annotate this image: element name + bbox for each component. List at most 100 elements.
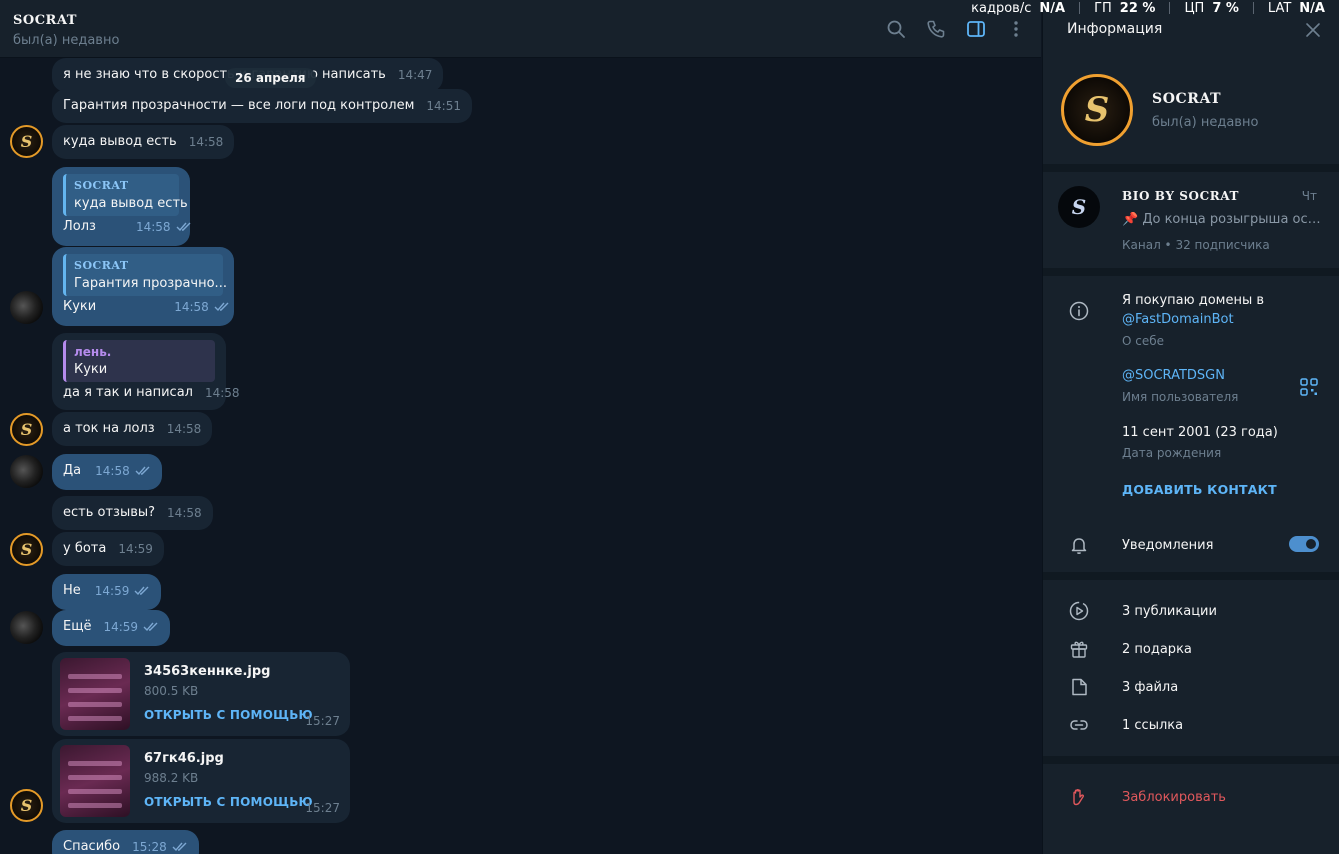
message[interactable]: SOCRAT Гарантия прозрачно... Куки 14:58	[52, 247, 234, 326]
stories-icon	[1069, 601, 1089, 621]
avatar[interactable]: S	[10, 413, 43, 446]
divider	[1252, 2, 1254, 14]
message-text: Лолз	[63, 219, 96, 234]
avatar[interactable]: S	[10, 533, 43, 566]
message-time: 14:58	[95, 464, 130, 478]
bio-text: Я покупаю домены в	[1122, 293, 1265, 308]
reply-text: Гарантия прозрачно...	[74, 276, 227, 291]
avatar[interactable]	[10, 455, 43, 488]
section-divider	[1043, 164, 1339, 172]
notifications-toggle[interactable]	[1289, 536, 1319, 552]
search-icon[interactable]	[885, 18, 907, 40]
file-icon	[1069, 677, 1089, 697]
chat-header[interactable]: SOCRAT был(а) недавно	[0, 0, 1041, 58]
message[interactable]: Ещё 14:59	[52, 610, 171, 646]
chat-status: был(а) недавно	[13, 33, 120, 48]
message-list[interactable]: я не знаю что в скорость и гарантию напи…	[0, 58, 1041, 854]
reply-quote[interactable]: SOCRAT куда вывод есть	[63, 174, 188, 216]
gifts-item[interactable]: 2 подарка	[1122, 642, 1192, 657]
reply-text: Куки	[74, 362, 108, 377]
message-text: Гарантия прозрачности — все логи под кон…	[63, 98, 415, 113]
message[interactable]: есть отзывы? 14:58	[52, 496, 213, 530]
posts-item[interactable]: 3 публикации	[1122, 604, 1217, 619]
message[interactable]: Гарантия прозрачности — все логи под кон…	[52, 89, 472, 123]
panel-title: Информация	[1067, 21, 1163, 37]
username-link[interactable]: @SOCRATDSGN	[1122, 368, 1225, 383]
close-icon[interactable]	[1305, 22, 1321, 38]
avatar[interactable]: S	[10, 789, 43, 822]
file-thumbnail[interactable]	[60, 658, 130, 730]
avatar-logo-icon: S	[1084, 90, 1110, 130]
sidebar-toggle-icon[interactable]	[965, 18, 987, 40]
channel-avatar[interactable]: S	[1058, 186, 1100, 228]
chat-title[interactable]: SOCRAT	[13, 13, 77, 28]
message-text: Ещё	[63, 619, 92, 634]
message-time: 14:58	[166, 422, 202, 436]
file-thumbnail[interactable]	[60, 745, 130, 817]
message-text: а ток на лолз	[63, 421, 155, 436]
section-divider	[1043, 572, 1339, 580]
avatar-logo-icon: S	[1071, 195, 1087, 219]
message-text: Спасибо	[63, 839, 121, 854]
message-time: 14:58	[174, 300, 209, 314]
message[interactable]: Да 14:58	[52, 454, 162, 490]
avatar[interactable]: S	[10, 125, 43, 158]
file-message[interactable]: 34563кеннке.jpg 800.5 KB ОТКРЫТЬ С ПОМОЩ…	[52, 652, 350, 736]
block-user-button[interactable]: Заблокировать	[1122, 790, 1226, 805]
message[interactable]: у бота 14:59	[52, 532, 164, 566]
message-text: Да	[63, 463, 82, 478]
avatar[interactable]	[10, 611, 43, 644]
phone-icon[interactable]	[925, 18, 947, 40]
read-check-icon	[134, 584, 150, 602]
message[interactable]: лень. Куки да я так и написал 14:58	[52, 333, 240, 410]
avatar-logo-icon: S	[20, 420, 33, 439]
message[interactable]: Спасибо 15:28	[52, 830, 199, 854]
message[interactable]: куда вывод есть 14:58	[52, 125, 235, 159]
birthday-value: 11 сент 2001 (23 года)	[1122, 425, 1278, 440]
bio-link[interactable]: @FastDomainBot	[1122, 312, 1234, 327]
divider	[1079, 2, 1081, 14]
file-message[interactable]: 67гк46.jpg 988.2 KB ОТКРЫТЬ С ПОМОЩЬЮ 15…	[52, 739, 350, 823]
notifications-label: Уведомления	[1122, 538, 1214, 553]
file-name: 67гк46.jpg	[144, 751, 224, 766]
message-time: 14:47	[397, 68, 433, 82]
reply-quote[interactable]: лень. Куки	[63, 340, 215, 382]
date-separator: 26 апреля	[225, 68, 316, 88]
add-contact-button[interactable]: ДОБАВИТЬ КОНТАКТ	[1122, 482, 1277, 497]
message[interactable]: SOCRAT куда вывод есть Лолз 14:58	[52, 167, 192, 246]
message-time: 14:59	[118, 542, 153, 556]
gpu-value: 22 %	[1119, 0, 1156, 16]
read-check-icon	[135, 464, 151, 482]
gpu-label: ГП	[1094, 0, 1112, 16]
message-text: Куки	[63, 299, 97, 314]
message-text: есть отзывы?	[63, 505, 156, 520]
section-divider	[1043, 268, 1339, 276]
message[interactable]: Не 14:59	[52, 574, 162, 610]
username-label: Имя пользователя	[1122, 390, 1239, 404]
message-time: 14:58	[188, 135, 224, 149]
open-with-button[interactable]: ОТКРЫТЬ С ПОМОЩЬЮ	[144, 708, 313, 722]
message-time: 14:51	[426, 99, 461, 113]
message[interactable]: а ток на лолз 14:58	[52, 412, 213, 446]
qr-code-icon[interactable]	[1299, 377, 1319, 397]
avatar-logo-icon: S	[20, 132, 33, 151]
reply-quote[interactable]: SOCRAT Гарантия прозрачно...	[63, 254, 227, 296]
read-check-icon	[176, 220, 192, 238]
info-panel: Информация S SOCRAT был(а) недавно S BIO…	[1042, 0, 1339, 854]
file-size: 800.5 KB	[144, 684, 199, 698]
links-item[interactable]: 1 ссылка	[1122, 718, 1183, 733]
open-with-button[interactable]: ОТКРЫТЬ С ПОМОЩЬЮ	[144, 795, 313, 809]
message-time: 14:59	[103, 620, 139, 634]
read-check-icon	[214, 300, 230, 318]
avatar[interactable]	[10, 291, 43, 324]
profile-status: был(а) недавно	[1152, 115, 1259, 130]
info-icon	[1069, 301, 1089, 321]
gift-icon	[1069, 639, 1089, 659]
message-text: Не	[63, 583, 81, 598]
message-time: 15:28	[132, 840, 167, 854]
divider	[1169, 2, 1171, 14]
files-item[interactable]: 3 файла	[1122, 680, 1178, 695]
channel-pinned: 📌 До конца розыгрыша оста...	[1122, 212, 1322, 227]
profile-avatar[interactable]: S	[1061, 74, 1133, 146]
more-icon[interactable]	[1005, 18, 1027, 40]
